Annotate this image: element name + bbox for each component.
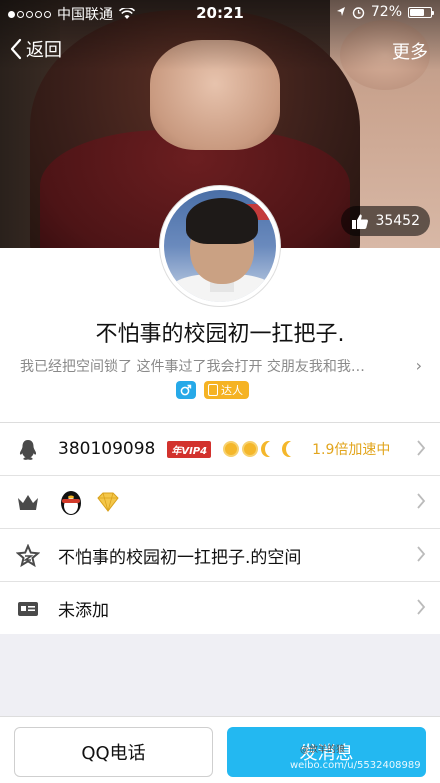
battery-icon — [408, 6, 434, 18]
avatar[interactable] — [160, 186, 280, 306]
penguin-outline-icon — [19, 440, 37, 460]
qzone-label: 不怕事的校园初一扛把子.的空间 — [58, 547, 302, 568]
talent-badge-label: 达人 — [221, 384, 243, 397]
business-card-row[interactable]: 未添加 — [0, 582, 440, 635]
back-button[interactable]: 返回 — [10, 36, 62, 62]
signature[interactable]: 我已经把空间锁了 这件事过了我会打开 交朋友我和我… — [20, 356, 400, 376]
bottom-action-bar: QQ电话 发消息 — [0, 716, 440, 783]
id-card-icon — [18, 602, 38, 616]
watermark-user: @放羊的狼 — [300, 745, 346, 755]
location-icon — [336, 7, 345, 16]
talent-badge[interactable]: 达人 — [204, 381, 249, 399]
chevron-right-icon — [417, 440, 426, 456]
chevron-left-icon — [10, 38, 22, 60]
gender-badge-icon[interactable] — [176, 381, 196, 399]
status-bar: 中国联通 20:21 72% — [0, 0, 440, 26]
moon-level-icon — [286, 441, 300, 457]
more-button[interactable]: 更多 — [392, 38, 428, 64]
sun-level-icon — [223, 441, 240, 457]
speed-up-status: 1.9倍加速中 — [312, 442, 391, 458]
qzone-row[interactable]: 不怕事的校园初一扛把子.的空间 — [0, 529, 440, 582]
alarm-icon — [352, 6, 365, 19]
watermark-url: weibo.com/u/5532408989 — [290, 760, 421, 771]
diamond-icon — [97, 492, 119, 512]
chevron-right-icon — [417, 493, 426, 509]
chevron-right-icon — [417, 546, 426, 562]
chevron-right-icon — [417, 599, 426, 615]
crown-icon — [18, 495, 38, 510]
signature-chevron-icon[interactable]: › — [416, 356, 422, 375]
empty-area — [0, 634, 440, 716]
battery-percent: 72% — [370, 4, 402, 20]
badge-row: 达人 — [176, 381, 249, 399]
nickname: 不怕事的校园初一扛把子. — [95, 322, 345, 347]
qq-penguin-icon — [61, 491, 81, 515]
card-status: 未添加 — [58, 601, 109, 621]
qq-number-row[interactable]: 380109098 年VIP4 1.9倍加速中 — [0, 423, 440, 476]
qq-call-button[interactable]: QQ电话 — [14, 727, 213, 777]
like-counter[interactable]: 35452 — [341, 206, 430, 236]
moon-level-icon — [265, 441, 279, 457]
info-list: 380109098 年VIP4 1.9倍加速中 不怕事的校园初一扛把子.的空间 … — [0, 422, 440, 635]
status-right: 72% — [336, 4, 434, 20]
sun-level-icon — [242, 441, 259, 457]
annual-vip-badge: 年VIP4 — [167, 440, 212, 458]
thumbs-up-icon — [352, 214, 369, 229]
like-count: 35452 — [375, 213, 420, 229]
phone-icon — [208, 384, 218, 396]
qq-level-icons — [223, 441, 300, 457]
nav-bar: 返回 更多 — [0, 30, 440, 70]
qq-number: 380109098 — [58, 439, 156, 459]
star-icon — [16, 544, 40, 568]
vip-services-row[interactable] — [0, 476, 440, 529]
back-label: 返回 — [26, 40, 62, 61]
